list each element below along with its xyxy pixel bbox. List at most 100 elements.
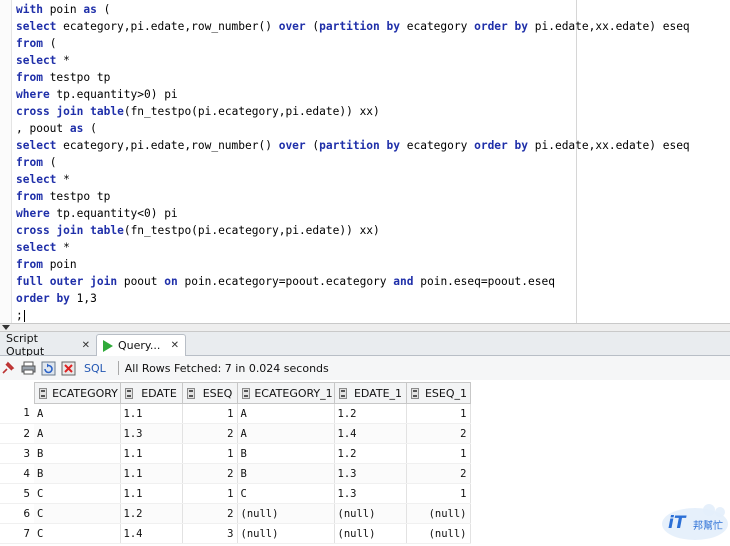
table-cell[interactable]: 1.3 [334, 463, 407, 484]
refresh-icon[interactable] [40, 360, 56, 376]
table-cell[interactable]: 1.1 [120, 463, 183, 484]
table-cell[interactable]: C [34, 503, 121, 524]
code-line[interactable]: cross join table(fn_testpo(pi.ecategory,… [16, 222, 690, 239]
table-cell[interactable]: 1.4 [334, 423, 407, 444]
table-row[interactable]: 3 B 1.1 1 B 1.2 1 [0, 443, 471, 464]
column-header[interactable]: EDATE [119, 382, 183, 404]
column-sort-icon[interactable] [338, 387, 347, 399]
code-line[interactable]: select ecategory,pi.edate,row_number() o… [16, 18, 690, 35]
table-cell[interactable]: 2 [406, 423, 471, 444]
collapse-arrow-icon[interactable] [2, 325, 10, 330]
tab-script-output[interactable]: Script Output ✕ [0, 332, 96, 358]
table-row[interactable]: 7 C 1.4 3 (null) (null) (null) [0, 523, 471, 544]
print-icon[interactable] [20, 360, 36, 376]
table-cell[interactable]: (null) [334, 523, 407, 544]
column-header[interactable]: ECATEGORY_1 [236, 382, 335, 404]
code-line[interactable]: with poin as ( [16, 1, 690, 18]
table-cell[interactable]: (null) [334, 503, 407, 524]
table-cell[interactable]: 1.1 [120, 403, 183, 424]
table-cell[interactable]: 1 [406, 403, 471, 424]
table-cell[interactable]: (null) [406, 503, 471, 524]
sql-editor[interactable]: with poin as (select ecategory,pi.edate,… [0, 0, 730, 323]
code-line[interactable]: cross join table(fn_testpo(pi.ecategory,… [16, 103, 690, 120]
column-sort-icon[interactable] [186, 387, 195, 399]
table-cell[interactable]: B [34, 463, 121, 484]
table-row[interactable]: 4 B 1.1 2 B 1.3 2 [0, 463, 471, 484]
table-cell[interactable]: 1 [406, 443, 471, 464]
table-cell[interactable]: 1.1 [120, 443, 183, 464]
code-line[interactable]: where tp.equantity>0) pi [16, 86, 690, 103]
tab-query-result[interactable]: Query... ✕ [96, 334, 186, 356]
table-cell[interactable]: A [34, 423, 121, 444]
close-icon[interactable]: ✕ [171, 340, 179, 351]
table-cell[interactable]: 1.1 [120, 483, 183, 504]
code-line[interactable]: full outer join poout on poin.ecategory=… [16, 273, 690, 290]
column-header[interactable]: ECATEGORY [33, 382, 121, 404]
table-cell[interactable]: A [34, 403, 121, 424]
code-line[interactable]: where tp.equantity<0) pi [16, 205, 690, 222]
table-row[interactable]: 5 C 1.1 1 C 1.3 1 [0, 483, 471, 504]
code-line[interactable]: from testpo tp [16, 188, 690, 205]
code-line[interactable]: from ( [16, 35, 690, 52]
column-header[interactable]: ESEQ [181, 382, 238, 404]
code-line[interactable]: , poout as ( [16, 120, 690, 137]
table-cell[interactable]: 3 [182, 523, 238, 544]
table-cell[interactable]: 1.3 [120, 423, 183, 444]
column-sort-icon[interactable] [38, 387, 47, 399]
column-sort-icon[interactable] [124, 387, 133, 399]
table-cell[interactable]: C [34, 483, 121, 504]
code-line[interactable]: from ( [16, 154, 690, 171]
column-header[interactable]: EDATE_1 [333, 382, 407, 404]
query-results-grid[interactable]: ECATEGORY EDATE ESEQ ECATEGORY_1 EDATE_1 ESEQ… [0, 382, 471, 544]
table-cell[interactable]: 1 [406, 483, 471, 504]
code-line[interactable]: from poin [16, 256, 690, 273]
table-cell[interactable]: A [237, 403, 335, 424]
table-cell[interactable]: B [34, 443, 121, 464]
table-cell[interactable]: 1.4 [120, 523, 183, 544]
table-cell[interactable]: 1 [182, 443, 238, 464]
table-cell[interactable]: 1.2 [120, 503, 183, 524]
code-line[interactable]: from testpo tp [16, 69, 690, 86]
table-cell[interactable]: (null) [237, 523, 335, 544]
table-row[interactable]: 6 C 1.2 2 (null) (null) (null) [0, 503, 471, 524]
table-cell[interactable]: 1.2 [334, 443, 407, 464]
table-row[interactable]: 1 A 1.1 1 A 1.2 1 [0, 403, 471, 424]
table-cell[interactable]: (null) [237, 503, 335, 524]
code-line[interactable]: select ecategory,pi.edate,row_number() o… [16, 137, 690, 154]
table-cell[interactable]: 1 [182, 403, 238, 424]
sql-keyword: join [56, 105, 84, 118]
sql-link[interactable]: SQL [84, 362, 106, 375]
sql-code[interactable]: with poin as (select ecategory,pi.edate,… [16, 1, 690, 323]
table-cell[interactable]: 1 [182, 483, 238, 504]
pane-splitter[interactable] [0, 323, 730, 332]
table-row[interactable]: 2 A 1.3 2 A 1.4 2 [0, 423, 471, 444]
export-icon[interactable] [60, 360, 76, 376]
sql-text: poin [42, 3, 84, 16]
table-cell[interactable]: B [237, 443, 335, 464]
table-cell[interactable]: B [237, 463, 335, 484]
column-sort-icon[interactable] [241, 387, 250, 399]
code-line[interactable]: order by 1,3 [16, 290, 690, 307]
code-line[interactable]: select * [16, 239, 690, 256]
table-cell[interactable]: C [237, 483, 335, 504]
table-cell[interactable]: C [34, 523, 121, 544]
code-line[interactable]: select * [16, 171, 690, 188]
table-cell[interactable]: 1.3 [334, 483, 407, 504]
pin-icon[interactable] [0, 360, 16, 376]
column-sort-icon[interactable] [410, 387, 419, 399]
close-icon[interactable]: ✕ [82, 340, 90, 351]
code-line[interactable]: select * [16, 52, 690, 69]
table-cell[interactable]: 2 [182, 423, 238, 444]
table-cell[interactable]: 2 [406, 463, 471, 484]
sql-text: poout [117, 275, 165, 288]
table-cell[interactable]: 2 [182, 463, 238, 484]
table-cell[interactable]: 1.2 [334, 403, 407, 424]
table-cell[interactable]: A [237, 423, 335, 444]
sql-keyword: select [16, 139, 57, 152]
column-header[interactable]: ESEQ_1 [405, 382, 471, 404]
sql-text: pi.edate,xx.edate) eseq [528, 139, 690, 152]
table-cell[interactable]: (null) [406, 523, 471, 544]
row-number: 4 [0, 463, 34, 484]
code-line[interactable]: ; [16, 307, 690, 323]
table-cell[interactable]: 2 [182, 503, 238, 524]
